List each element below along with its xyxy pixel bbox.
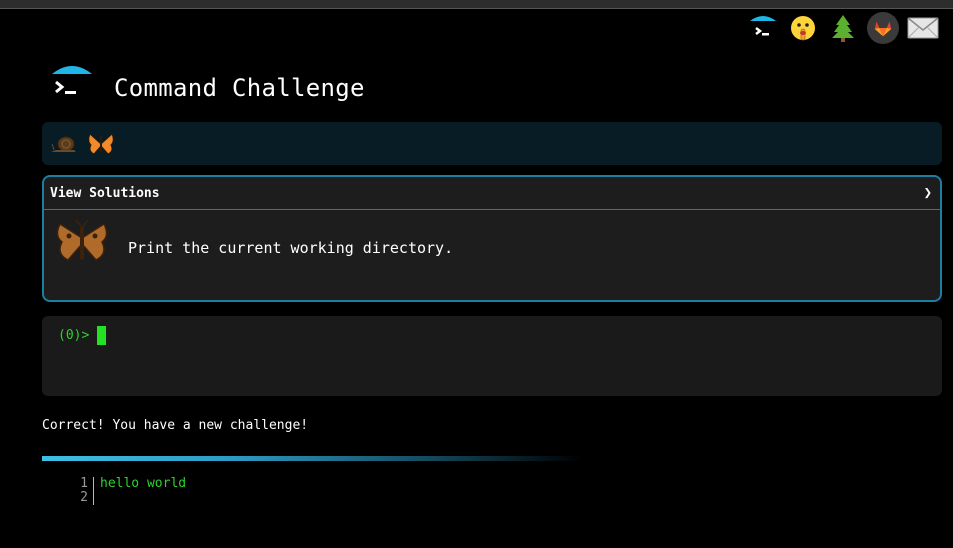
gitlab-icon[interactable] — [867, 12, 899, 44]
terminal-cursor — [97, 326, 107, 345]
progress-badges-bar — [42, 122, 942, 165]
gradient-divider — [42, 456, 582, 461]
challenge-prompt-text: Print the current working directory. — [128, 239, 454, 257]
view-solutions-toggle[interactable]: View Solutions ❯ — [44, 177, 940, 210]
status-message: Correct! You have a new challenge! — [42, 418, 309, 433]
evergreen-tree-icon[interactable] — [827, 12, 859, 44]
view-solutions-label: View Solutions — [50, 185, 160, 201]
terminal-input[interactable]: (0)> — [42, 316, 942, 396]
line-number: 1 — [80, 476, 88, 491]
prompt-label: (0)> — [58, 328, 90, 343]
terminal-umbrella-icon — [52, 66, 92, 102]
code-lines: hello world — [94, 477, 186, 505]
terminal-umbrella-icon[interactable] — [747, 12, 779, 44]
browser-top-strip — [0, 0, 953, 9]
challenge-card: View Solutions ❯ Print the current worki… — [42, 175, 942, 302]
line-number-gutter: 1 2 — [62, 477, 94, 505]
page-title: Command Challenge — [114, 74, 365, 102]
page-header: Command Challenge — [50, 60, 365, 104]
terminal-prompt: (0)> — [58, 326, 107, 345]
butterfly-icon — [88, 132, 114, 155]
top-icon-bar — [747, 12, 939, 44]
chevron-right-icon[interactable]: ❯ — [924, 185, 932, 201]
line-number: 2 — [80, 490, 88, 505]
output-code-block: 1 2 hello world — [62, 477, 186, 505]
snail-icon — [51, 136, 76, 152]
shushing-face-icon[interactable] — [787, 12, 819, 44]
code-line: hello world — [100, 476, 187, 491]
envelope-icon[interactable] — [907, 12, 939, 44]
challenge-body: Print the current working directory. — [44, 210, 940, 268]
moth-icon — [56, 219, 108, 261]
